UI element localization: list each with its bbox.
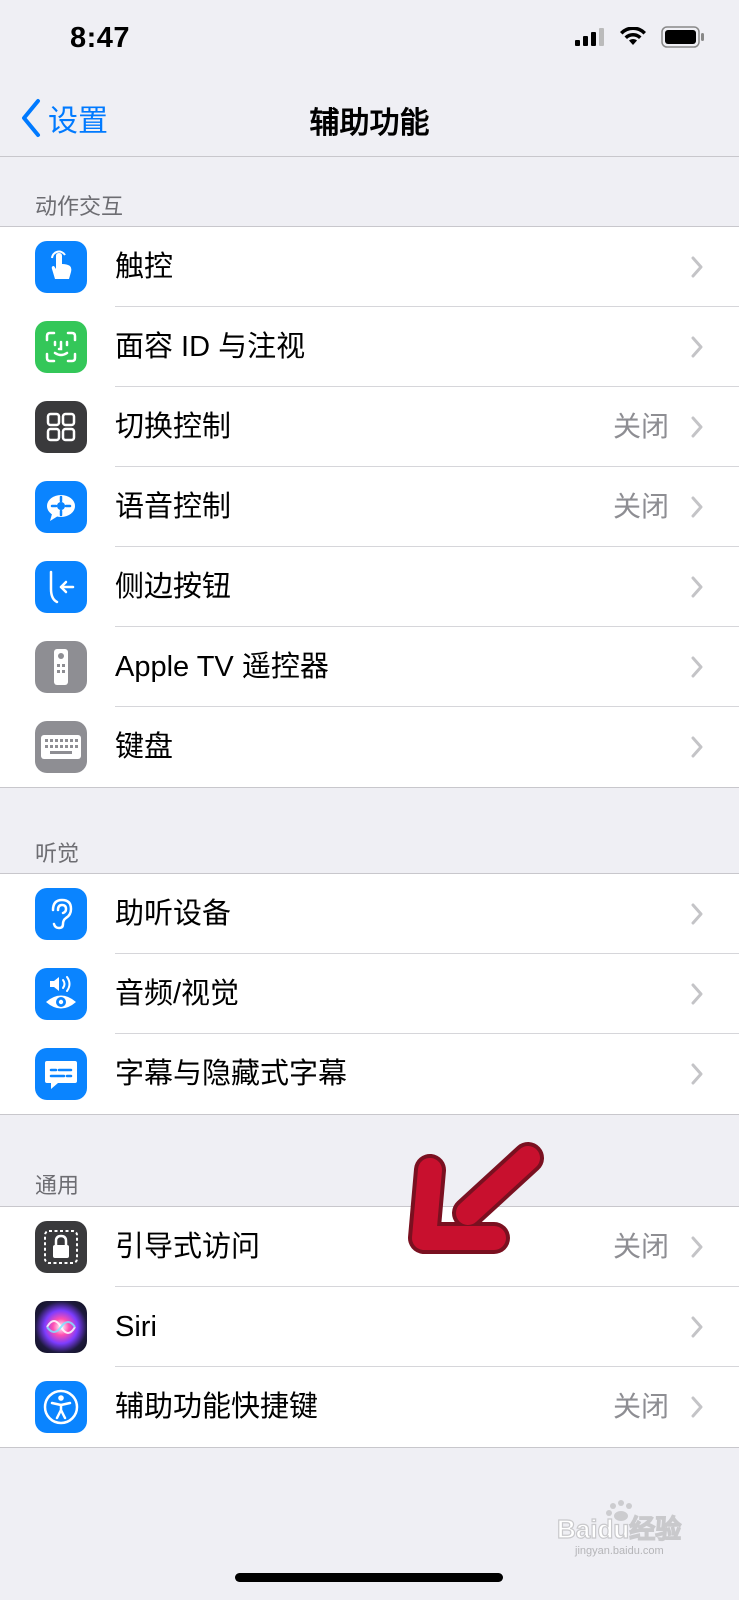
annotation-arrow-icon <box>408 1142 544 1254</box>
subtitles-icon <box>35 1048 87 1100</box>
home-indicator[interactable] <box>235 1573 503 1582</box>
hand-touch-icon <box>35 241 87 293</box>
chevron-right-icon <box>691 576 703 598</box>
row-label: 语音控制 <box>115 491 232 523</box>
row-voice-control[interactable]: 语音控制 关闭 <box>0 467 739 547</box>
chevron-right-icon <box>691 496 703 518</box>
row-hearing-devices[interactable]: 助听设备 <box>0 874 739 954</box>
ear-icon <box>35 888 87 940</box>
cellular-signal-icon <box>575 28 604 46</box>
row-audio-visual[interactable]: 音频/视觉 <box>0 954 739 1034</box>
row-label: 触控 <box>115 251 174 283</box>
chevron-right-icon <box>691 1396 703 1418</box>
svg-text:Baidu经验: Baidu经验 <box>557 1514 681 1544</box>
page-title: 辅助功能 <box>309 107 430 140</box>
row-apple-tv-remote[interactable]: Apple TV 遥控器 <box>0 627 739 707</box>
section-header-general: 通用 <box>35 1173 80 1198</box>
row-face-id[interactable]: 面容 ID 与注视 <box>0 307 739 387</box>
row-label: 面容 ID 与注视 <box>115 331 306 363</box>
row-label: 侧边按钮 <box>115 571 232 603</box>
row-label: 助听设备 <box>115 898 232 930</box>
wifi-icon <box>620 27 646 45</box>
chevron-right-icon <box>691 416 703 438</box>
chevron-right-icon <box>691 983 703 1005</box>
section-general: 引导式访问 关闭 Siri 辅助功能快捷键 关闭 <box>0 1206 739 1448</box>
row-accessibility-shortcut[interactable]: 辅助功能快捷键 关闭 <box>0 1367 739 1447</box>
row-label: 键盘 <box>115 731 174 763</box>
guided-access-icon <box>35 1221 87 1273</box>
row-subtitles[interactable]: 字幕与隐藏式字幕 <box>0 1034 739 1114</box>
baidu-watermark-logo: Baidu经验 jingyan.baidu.com <box>556 1500 682 1557</box>
keyboard-icon <box>35 721 87 773</box>
svg-text:jingyan.baidu.com: jingyan.baidu.com <box>574 1545 664 1557</box>
switch-control-icon <box>35 401 87 453</box>
section-hearing: 助听设备 音频/视觉 字幕与隐藏式字幕 <box>0 873 739 1115</box>
row-value: 关闭 <box>612 1391 669 1422</box>
section-interaction: 触控 面容 ID 与注视 切换控制 关闭 语音控制 关闭 侧边按钮 Apple … <box>0 226 739 788</box>
row-value: 关闭 <box>612 411 669 442</box>
row-label: 引导式访问 <box>115 1231 261 1263</box>
row-label: Siri <box>115 1311 157 1343</box>
chevron-right-icon <box>691 656 703 678</box>
chevron-right-icon <box>691 1063 703 1085</box>
accessibility-icon <box>35 1381 87 1433</box>
chevron-right-icon <box>691 903 703 925</box>
chevron-right-icon <box>691 1316 703 1338</box>
chevron-right-icon <box>691 1236 703 1258</box>
audio-visual-icon <box>35 968 87 1020</box>
row-value: 关闭 <box>612 1231 669 1262</box>
row-keyboard[interactable]: 键盘 <box>0 707 739 787</box>
chevron-right-icon <box>691 256 703 278</box>
battery-icon <box>661 26 704 48</box>
row-value: 关闭 <box>612 491 669 522</box>
row-switch-control[interactable]: 切换控制 关闭 <box>0 387 739 467</box>
chevron-right-icon <box>691 336 703 358</box>
face-id-icon <box>35 321 87 373</box>
row-siri[interactable]: Siri <box>0 1287 739 1367</box>
status-time: 8:47 <box>70 22 131 54</box>
status-bar: 8:47 <box>0 0 739 80</box>
tv-remote-icon <box>35 641 87 693</box>
side-button-icon <box>35 561 87 613</box>
status-icons <box>575 26 705 48</box>
voice-control-icon <box>35 481 87 533</box>
row-touch[interactable]: 触控 <box>0 227 739 307</box>
section-header-hearing: 听觉 <box>35 841 80 866</box>
row-label: 辅助功能快捷键 <box>115 1391 319 1423</box>
row-guided-access[interactable]: 引导式访问 关闭 <box>0 1207 739 1287</box>
row-label: 音频/视觉 <box>115 978 240 1010</box>
row-label: Apple TV 遥控器 <box>115 651 329 683</box>
chevron-right-icon <box>691 736 703 758</box>
row-label: 字幕与隐藏式字幕 <box>115 1058 348 1090</box>
row-side-button[interactable]: 侧边按钮 <box>0 547 739 627</box>
section-header-interaction: 动作交互 <box>35 194 124 219</box>
navigation-bar: 设置 辅助功能 <box>0 80 739 157</box>
row-label: 切换控制 <box>115 411 232 443</box>
siri-icon <box>35 1301 87 1353</box>
